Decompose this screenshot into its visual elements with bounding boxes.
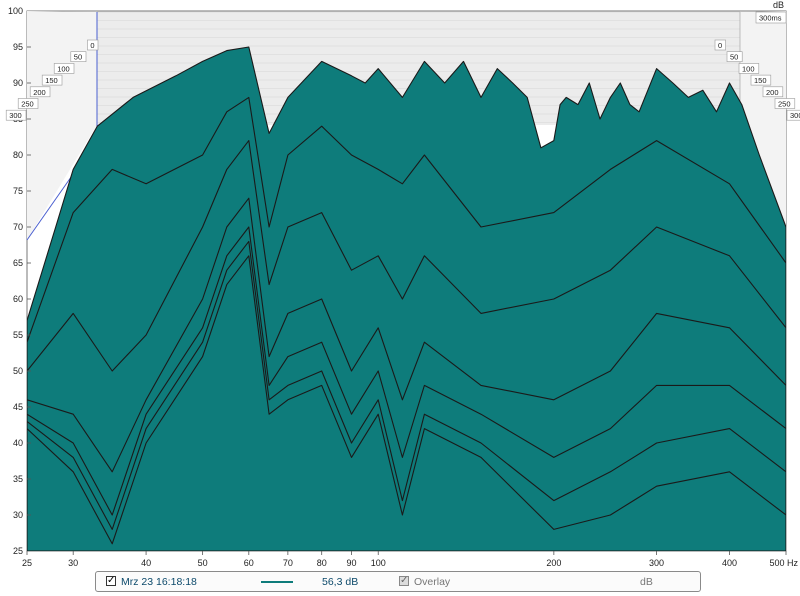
time-tick-label: 200 [766,88,779,97]
decay-slices [27,46,786,551]
x-tick-label: 80 [317,558,327,568]
measurement-name[interactable]: Mrz 23 16:18:18 [121,576,197,588]
y-tick-label: 95 [13,42,23,52]
y-axis-unit-label: dB [773,0,784,10]
y-tick-label: 60 [13,294,23,304]
check-mark-icon: ✓ [107,575,116,586]
check-mark-icon: ✓ [400,575,409,586]
x-tick-label: 200 [546,558,561,568]
y-tick-label: 25 [13,546,23,556]
time-tick-label: 50 [74,53,82,62]
y-tick-label: 75 [13,186,23,196]
x-tick-label: 60 [244,558,254,568]
time-tick-label: 0 [90,41,94,50]
time-tick-label: 250 [21,100,34,109]
y-tick-label: 70 [13,222,23,232]
y-tick-label: 50 [13,366,23,376]
x-tick-label: 40 [141,558,151,568]
x-tick-label: 25 [22,558,32,568]
y-tick-label: 45 [13,402,23,412]
y-tick-label: 40 [13,438,23,448]
overlay-checkbox[interactable]: ✓ [399,576,409,586]
y-tick-label: 65 [13,258,23,268]
y-tick-label: 35 [13,474,23,484]
time-tick-label: 100 [742,64,755,73]
time-tick-label: 200 [33,88,46,97]
measurement-color-swatch [261,581,293,583]
time-unit-label: 300ms [759,14,782,23]
time-unit-box: 300ms [755,11,787,24]
time-tick-label: 100 [57,64,70,73]
x-tick-label: 100 [371,558,386,568]
time-tick-label: 250 [778,100,791,109]
y-tick-label: 30 [13,510,23,520]
time-tick-label: 50 [730,53,738,62]
y-tick-label: 90 [13,78,23,88]
x-tick-label: 30 [68,558,78,568]
y-tick-label: 80 [13,150,23,160]
x-tick-label: 90 [347,558,357,568]
time-tick-label: 300 [9,111,22,120]
unit-label: dB [640,576,653,588]
time-tick-label: 150 [45,76,58,85]
x-tick-label: 70 [283,558,293,568]
time-tick-label: 150 [754,76,767,85]
x-tick-label: 50 [198,558,208,568]
overlay-label[interactable]: Overlay [414,576,450,588]
time-tick-label: 0 [718,41,722,50]
legend-bar: ✓ Mrz 23 16:18:18 56,3 dB ✓ Overlay dB [95,571,701,592]
time-tick-label: 300 [790,111,800,120]
x-tick-label: 500 Hz [769,558,798,568]
y-tick-label: 100 [8,6,23,16]
x-tick-label: 400 [722,558,737,568]
measurement-level: 56,3 dB [322,576,359,588]
waterfall-plot: 253035404550556065707580859095100 253040… [5,0,800,568]
x-axis-ticks: 25 30 40 50 60 70 80 90 100 200 300 400 500 Hz [22,551,798,568]
x-tick-label: 300 [649,558,664,568]
measurement-checkbox[interactable]: ✓ [106,576,116,586]
y-tick-label: 55 [13,330,23,340]
